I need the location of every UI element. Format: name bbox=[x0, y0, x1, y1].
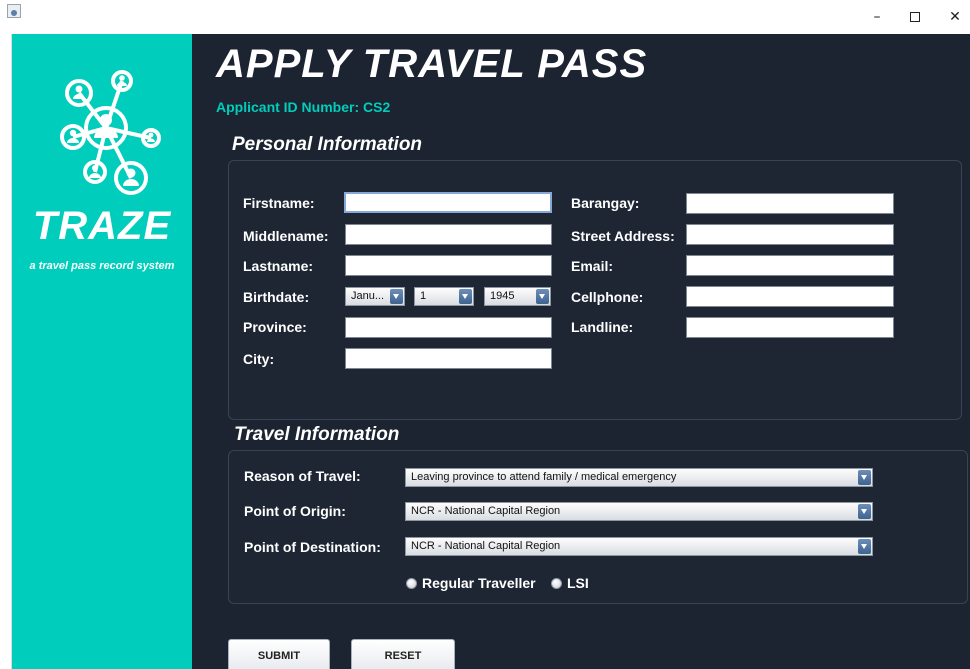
reason-of-travel-select[interactable]: Leaving province to attend family / medi… bbox=[405, 468, 873, 487]
page-title: APPLY TRAVEL PASS bbox=[216, 42, 648, 86]
birthdate-label: Birthdate: bbox=[243, 289, 310, 305]
brand-tagline: a travel pass record system bbox=[29, 260, 175, 272]
point-of-origin-value: NCR - National Capital Region bbox=[411, 505, 561, 517]
window-left-edge bbox=[0, 34, 12, 669]
radio-regular-label: Regular Traveller bbox=[422, 575, 536, 591]
cellphone-field[interactable] bbox=[686, 286, 894, 307]
chevron-down-icon bbox=[536, 289, 549, 304]
point-of-destination-label: Point of Destination: bbox=[244, 539, 381, 555]
city-field[interactable] bbox=[345, 348, 552, 369]
window-titlebar: – ✕ bbox=[0, 0, 970, 34]
close-button[interactable]: ✕ bbox=[940, 6, 970, 28]
city-label: City: bbox=[243, 351, 275, 367]
chevron-down-icon bbox=[390, 289, 403, 304]
birth-month-select[interactable]: Janu... bbox=[345, 287, 405, 306]
radio-dot-icon bbox=[551, 577, 562, 589]
chevron-down-icon bbox=[459, 289, 472, 304]
firstname-label: Firstname: bbox=[243, 195, 315, 211]
point-of-origin-label: Point of Origin: bbox=[244, 503, 346, 519]
birth-day-select[interactable]: 1 bbox=[414, 287, 474, 306]
landline-field[interactable] bbox=[686, 317, 894, 338]
network-people-logo-icon bbox=[60, 70, 161, 195]
point-of-destination-value: NCR - National Capital Region bbox=[411, 540, 561, 552]
chevron-down-icon bbox=[858, 504, 871, 519]
radio-lsi[interactable]: LSI bbox=[551, 575, 589, 591]
point-of-origin-select[interactable]: NCR - National Capital Region bbox=[405, 502, 873, 521]
submit-button[interactable]: SUBMIT bbox=[228, 639, 330, 669]
minimize-button[interactable]: – bbox=[862, 6, 892, 28]
lastname-field[interactable] bbox=[345, 255, 552, 276]
birth-day-value: 1 bbox=[420, 290, 427, 302]
radio-regular-traveller[interactable]: Regular Traveller bbox=[406, 575, 536, 591]
travel-info-title: Travel Information bbox=[234, 424, 400, 445]
point-of-destination-select[interactable]: NCR - National Capital Region bbox=[405, 537, 873, 556]
brand-name: TRAZE bbox=[32, 204, 172, 248]
maximize-icon bbox=[910, 12, 920, 22]
radio-dot-icon bbox=[406, 577, 417, 589]
applicant-id: Applicant ID Number: CS2 bbox=[216, 99, 391, 115]
reason-of-travel-label: Reason of Travel: bbox=[244, 468, 361, 484]
province-field[interactable] bbox=[345, 317, 552, 338]
birth-year-value: 1945 bbox=[490, 290, 515, 302]
barangay-label: Barangay: bbox=[571, 195, 640, 211]
cellphone-label: Cellphone: bbox=[571, 289, 644, 305]
lastname-label: Lastname: bbox=[243, 258, 314, 274]
reason-of-travel-value: Leaving province to attend family / medi… bbox=[411, 471, 677, 483]
chevron-down-icon bbox=[858, 539, 871, 554]
radio-lsi-label: LSI bbox=[567, 575, 589, 591]
middlename-label: Middlename: bbox=[243, 228, 329, 244]
email-field[interactable] bbox=[686, 255, 894, 276]
barangay-field[interactable] bbox=[686, 193, 894, 214]
province-label: Province: bbox=[243, 319, 307, 335]
java-app-icon bbox=[7, 4, 21, 18]
reset-button[interactable]: RESET bbox=[351, 639, 455, 669]
email-label: Email: bbox=[571, 258, 614, 274]
middlename-field[interactable] bbox=[345, 224, 552, 245]
birth-month-value: Janu... bbox=[351, 290, 385, 302]
maximize-button[interactable] bbox=[900, 6, 930, 28]
sidebar: TRAZE a travel pass record system bbox=[12, 34, 192, 669]
landline-label: Landline: bbox=[571, 319, 634, 335]
street-address-field[interactable] bbox=[686, 224, 894, 245]
personal-info-title: Personal Information bbox=[232, 134, 423, 155]
main-panel: APPLY TRAVEL PASS Applicant ID Number: C… bbox=[192, 34, 970, 669]
chevron-down-icon bbox=[858, 470, 871, 485]
firstname-field[interactable] bbox=[344, 192, 552, 213]
birth-year-select[interactable]: 1945 bbox=[484, 287, 551, 306]
street-address-label: Street Address: bbox=[571, 228, 675, 244]
